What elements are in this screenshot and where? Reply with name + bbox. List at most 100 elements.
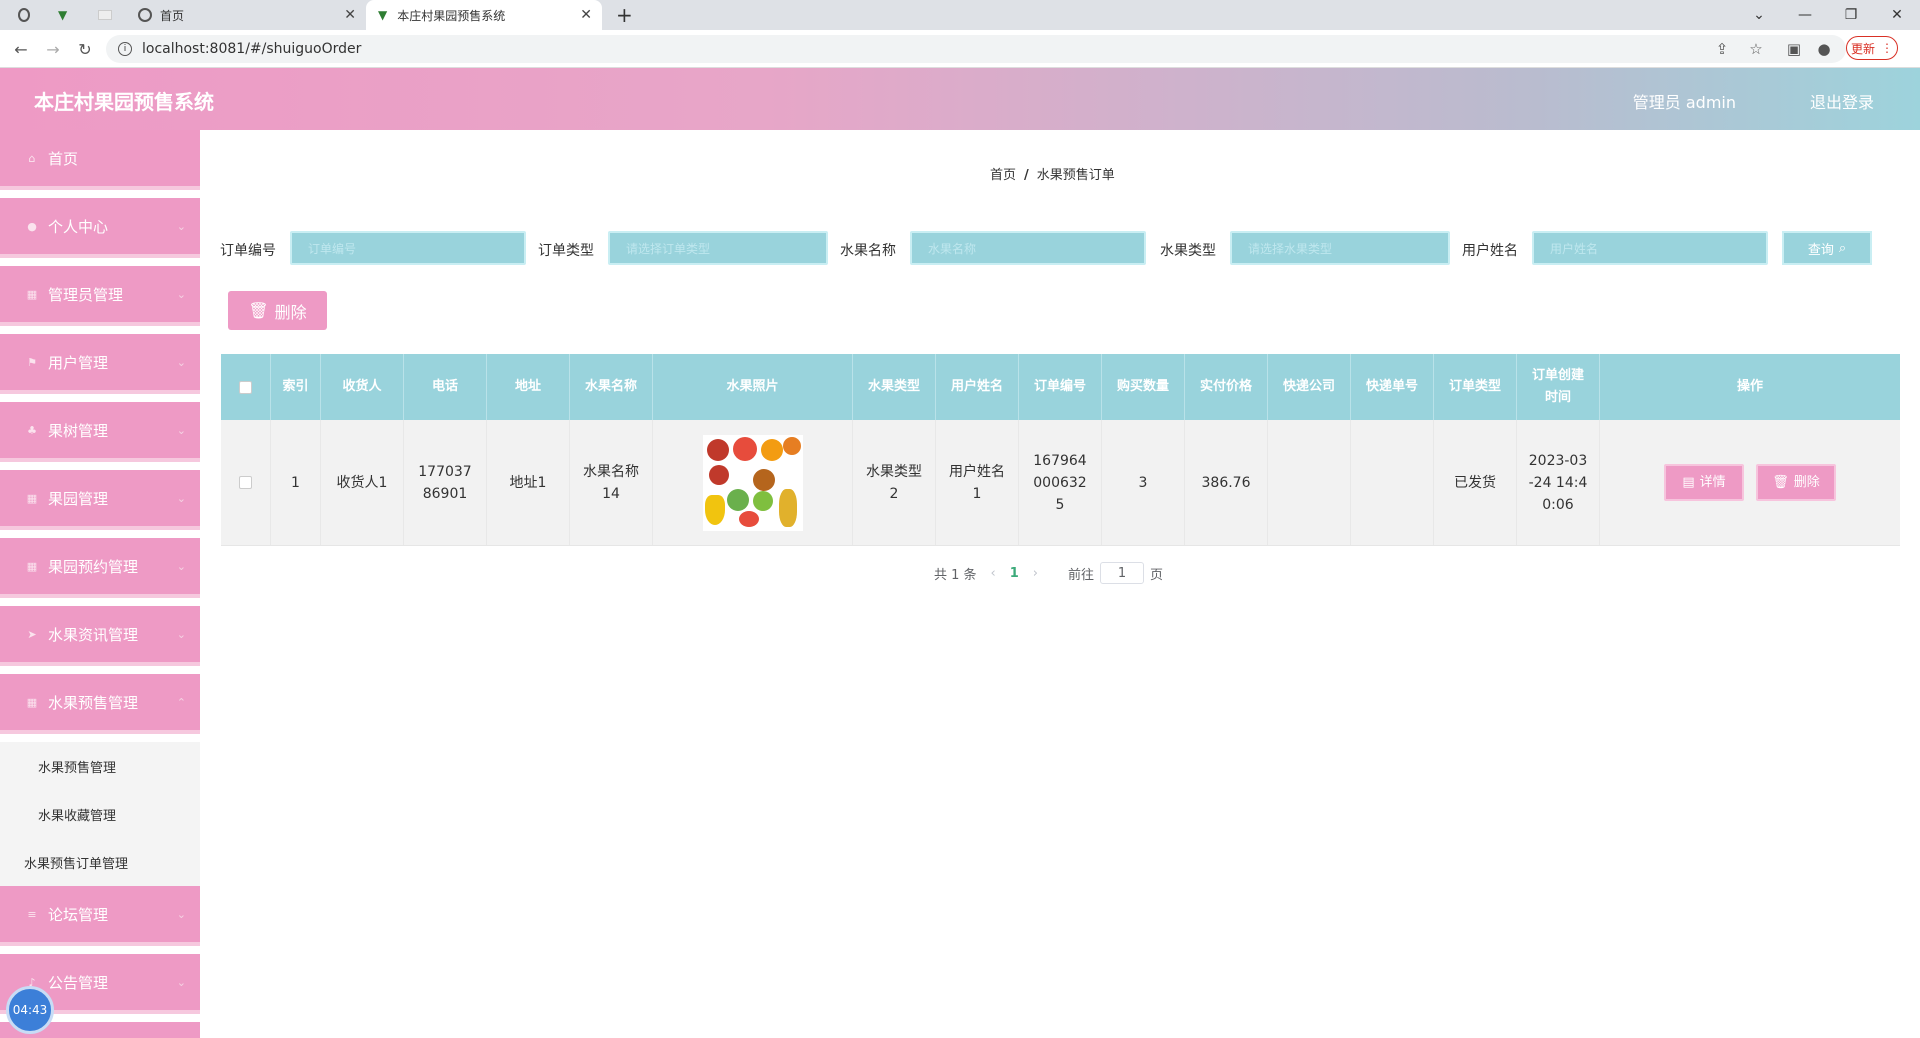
tab-favicon-3[interactable] [98, 0, 118, 30]
chevron-down-icon: ⌄ [176, 628, 186, 641]
cell-order-no: 1679640006325 [1019, 420, 1102, 545]
chevron-down-icon: ⌄ [176, 908, 186, 921]
sidepanel-icon[interactable]: ▣ [1784, 39, 1804, 59]
url-field[interactable]: i localhost:8081/#/shuiguoOrder [106, 35, 1846, 63]
sidebar-item-presale[interactable]: ▦ 水果预售管理 ⌃ [0, 674, 200, 734]
app-title: 本庄村果园预售系统 [34, 90, 214, 114]
sidebar-item-label: 果园管理 [48, 489, 109, 508]
sidebar-item-trees[interactable]: ♣ 果树管理 ⌄ [0, 402, 200, 462]
close-icon[interactable]: ✕ [344, 7, 356, 23]
goto-page-input[interactable]: 1 [1100, 562, 1145, 584]
col-header: 地址 [487, 354, 570, 420]
tab-label: 本庄村果园预售系统 [397, 8, 506, 23]
tab-active[interactable]: ▼ 本庄村果园预售系统 ✕ [366, 0, 602, 30]
sidebar-item-home[interactable]: ⌂ 首页 [0, 130, 200, 190]
tab-favicon-1[interactable] [18, 0, 38, 30]
row-checkbox[interactable] [239, 476, 252, 489]
minimize-button[interactable]: — [1782, 0, 1828, 30]
banana-icon [704, 494, 725, 525]
globe-icon [18, 8, 30, 22]
close-window-button[interactable]: ✕ [1874, 0, 1920, 30]
bookmark-star-icon[interactable]: ☆ [1746, 39, 1766, 59]
close-icon[interactable]: ✕ [580, 7, 592, 23]
cell-actions: ▤ 详情 🗑 删除 [1600, 420, 1900, 545]
back-icon[interactable]: ← [10, 38, 32, 60]
tab-search-icon[interactable]: ⌄ [1736, 0, 1782, 30]
reload-icon[interactable]: ↻ [74, 38, 96, 60]
home-icon: ⌂ [28, 151, 36, 165]
breadcrumb: 首页 / 水果预售订单 [990, 164, 1115, 183]
fruit-type-select[interactable]: 请选择水果类型 [1230, 231, 1450, 265]
fruit-name-input[interactable]: 水果名称 [910, 231, 1146, 265]
user-name-input[interactable]: 用户姓名 [1532, 231, 1768, 265]
trash-icon: 🗑 [248, 301, 269, 320]
cell-user-name: 用户姓名1 [936, 420, 1019, 545]
blank-page-icon [98, 10, 112, 20]
submenu-favorites[interactable]: 水果收藏管理 [0, 790, 200, 838]
logout-link[interactable]: 退出登录 [1810, 89, 1874, 113]
kiwi-icon [752, 490, 773, 511]
cell-address: 地址1 [487, 420, 570, 545]
query-button[interactable]: 查询 ⌕ [1782, 231, 1872, 265]
sidebar-item-reservations[interactable]: ▦ 果园预约管理 ⌄ [0, 538, 200, 598]
user-icon: ● [27, 219, 37, 233]
breadcrumb-home[interactable]: 首页 [990, 168, 1016, 183]
submenu-presale[interactable]: 水果预售管理 [0, 742, 200, 790]
kiwi-icon [726, 488, 749, 511]
fruit-photo[interactable] [702, 434, 803, 531]
breadcrumb-current: 水果预售订单 [1036, 168, 1115, 183]
chevron-down-icon: ⌄ [176, 424, 186, 437]
sidebar-item-users[interactable]: ⚑ 用户管理 ⌄ [0, 334, 200, 394]
cherry-icon [738, 510, 759, 527]
next-page-icon[interactable]: › [1033, 566, 1038, 581]
user-name-label: 用户姓名 [1462, 243, 1518, 259]
submenu-presale-orders[interactable]: 水果预售订单管理 [0, 838, 200, 886]
profile-icon[interactable]: ● [1814, 39, 1834, 59]
page-number[interactable]: 1 [1010, 566, 1019, 581]
page-suffix: 页 [1150, 567, 1164, 583]
breadcrumb-separator: / [1024, 168, 1029, 183]
grid-icon: ▦ [26, 287, 38, 301]
forward-icon[interactable]: → [42, 38, 64, 60]
cell-express-company [1268, 420, 1351, 545]
order-no-input[interactable]: 订单编号 [290, 231, 526, 265]
chevron-down-icon: ⌄ [176, 288, 186, 301]
recording-timer: 04:43 [6, 986, 54, 1034]
select-all-checkbox[interactable] [239, 380, 252, 394]
tab-home[interactable]: 首页 ✕ [130, 0, 366, 30]
chevron-up-icon: ⌃ [176, 696, 186, 709]
prev-page-icon[interactable]: ‹ [991, 566, 996, 581]
tab-favicon-2[interactable]: ▼ [58, 0, 78, 30]
delete-button[interactable]: 🗑 删除 [1756, 464, 1836, 501]
sidebar-item-label: 果树管理 [48, 421, 109, 440]
pagination: 共 1 条 ‹ 1 › 前往 1 页 [934, 562, 1163, 584]
new-tab-button[interactable]: + [616, 0, 636, 30]
sidebar-item-admins[interactable]: ▦ 管理员管理 ⌄ [0, 266, 200, 326]
cell-express-no [1351, 420, 1434, 545]
globe-icon [138, 8, 152, 22]
batch-delete-button[interactable]: 🗑 删除 [228, 291, 327, 330]
sidebar-item-label: 首页 [48, 149, 79, 168]
share-icon[interactable]: ⇪ [1712, 39, 1732, 59]
col-header: 订单编号 [1019, 354, 1102, 420]
sidebar-item-label: 个人中心 [48, 217, 109, 236]
more-icon: ⋮ [1881, 41, 1893, 55]
presale-submenu: 水果预售管理 水果收藏管理 水果预售订单管理 [0, 742, 200, 886]
sidebar-item-forum[interactable]: ≡ 论坛管理 ⌄ [0, 886, 200, 946]
trash-icon: 🗑 [1772, 474, 1789, 490]
info-icon[interactable]: i [118, 42, 132, 56]
col-header: 快递公司 [1268, 354, 1351, 420]
select-all-cell [221, 354, 271, 420]
order-type-select[interactable]: 请选择订单类型 [608, 231, 828, 265]
sidebar-item-profile[interactable]: ● 个人中心 ⌄ [0, 198, 200, 258]
vue-icon: ▼ [58, 8, 68, 22]
goto-label: 前往 [1068, 567, 1095, 583]
browser-tab-bar: ▼ 首页 ✕ ▼ 本庄村果园预售系统 ✕ + ⌄ — ❐ ✕ [0, 0, 1920, 30]
update-button[interactable]: 更新 ⋮ [1846, 36, 1898, 60]
sidebar-item-news[interactable]: ➤ 水果资讯管理 ⌄ [0, 606, 200, 666]
sidebar-item-orchards[interactable]: ▦ 果园管理 ⌄ [0, 470, 200, 530]
detail-button[interactable]: ▤ 详情 [1664, 464, 1744, 501]
restore-button[interactable]: ❐ [1828, 0, 1874, 30]
col-header: 快递单号 [1351, 354, 1434, 420]
url-text: localhost:8081/#/shuiguoOrder [142, 41, 362, 57]
